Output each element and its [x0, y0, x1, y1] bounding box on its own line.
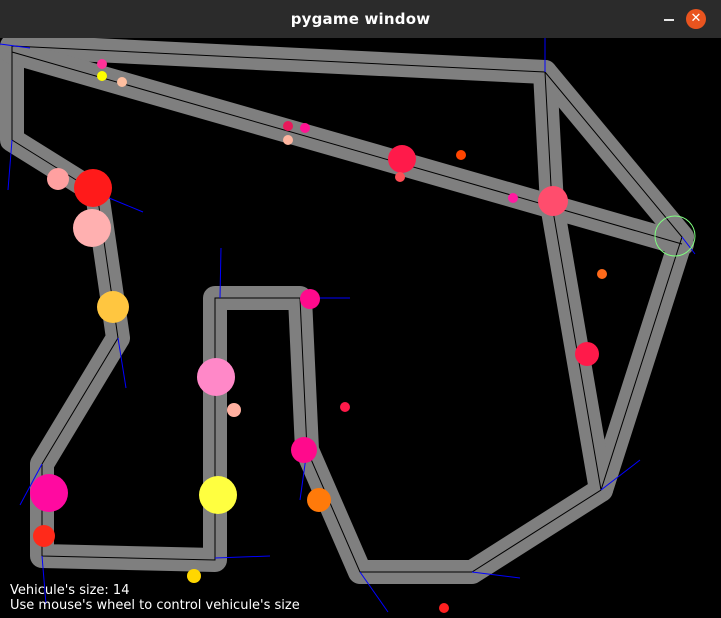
help-text: Use mouse's wheel to control vehicule's …: [10, 598, 300, 613]
window-title: pygame window: [290, 10, 431, 28]
hud: Vehicule's size: 14 Use mouse's wheel to…: [10, 583, 300, 613]
vehicle: [300, 289, 320, 309]
vehicle: [30, 474, 68, 512]
vehicle: [538, 186, 568, 216]
vehicle: [47, 168, 69, 190]
vehicle: [227, 403, 241, 417]
minimize-button[interactable]: [659, 9, 679, 29]
title-bar[interactable]: pygame window ✕: [0, 0, 721, 38]
vehicle: [300, 123, 310, 133]
vehicle: [33, 525, 55, 547]
vehicle: [199, 476, 237, 514]
vehicle: [439, 603, 449, 613]
vehicle: [508, 193, 518, 203]
vehicle: [291, 437, 317, 463]
vehicle: [575, 342, 599, 366]
vehicle: [283, 135, 293, 145]
vehicle: [187, 569, 201, 583]
road-center-line-diagonal: [11, 51, 683, 245]
vehicle: [597, 269, 607, 279]
minimize-icon: [664, 19, 674, 21]
vehicle: [340, 402, 350, 412]
close-icon: ✕: [690, 11, 702, 26]
vehicle-size-label: Vehicule's size: 14: [10, 583, 130, 598]
vehicle: [97, 59, 107, 69]
vehicle: [117, 77, 127, 87]
vehicle: [283, 121, 293, 131]
vehicle: [97, 71, 107, 81]
vehicle: [74, 169, 112, 207]
vehicle: [395, 172, 405, 182]
vehicle: [73, 209, 111, 247]
vehicle: [307, 488, 331, 512]
close-button[interactable]: ✕: [686, 9, 706, 29]
game-canvas[interactable]: [0, 38, 721, 618]
vehicle: [456, 150, 466, 160]
vehicle: [97, 291, 129, 323]
vehicle: [388, 145, 416, 173]
pygame-window: pygame window ✕ Vehicule's size: 14 Use …: [0, 0, 721, 618]
vehicle: [197, 358, 235, 396]
